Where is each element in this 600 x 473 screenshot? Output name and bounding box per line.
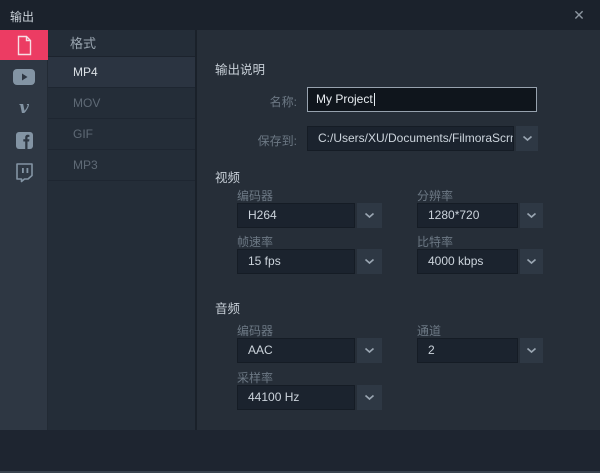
save-path-dropdown-button[interactable] <box>516 126 538 151</box>
sidebar-item-export-file[interactable] <box>0 30 48 60</box>
chevron-down-icon <box>364 212 375 219</box>
youtube-icon <box>13 69 35 85</box>
format-item-gif[interactable]: GIF <box>48 119 195 150</box>
video-bitrate-label: 比特率 <box>417 233 453 250</box>
chevron-down-icon <box>526 347 537 354</box>
sidebar-item-vimeo[interactable]: v <box>0 93 48 123</box>
chevron-down-icon <box>364 258 375 265</box>
dialog-title: 输出 <box>10 8 34 25</box>
audio-samplerate-label: 采样率 <box>237 369 273 386</box>
video-encoder-dropdown-button[interactable] <box>357 203 382 228</box>
audio-encoder-select[interactable]: AAC <box>237 338 355 363</box>
audio-samplerate-select[interactable]: 44100 Hz <box>237 385 355 410</box>
chevron-down-icon <box>526 212 537 219</box>
video-bitrate-select[interactable]: 4000 kbps <box>417 249 518 274</box>
facebook-icon <box>16 132 33 149</box>
video-resolution-dropdown-button[interactable] <box>520 203 543 228</box>
text-caret <box>374 93 375 106</box>
video-section-title: 视频 <box>215 167 240 186</box>
video-resolution-label: 分辨率 <box>417 187 453 204</box>
sidebar-item-youtube[interactable] <box>0 62 48 92</box>
sidebar-item-twitch[interactable] <box>0 158 48 188</box>
audio-channel-dropdown-button[interactable] <box>520 338 543 363</box>
format-item-mp3[interactable]: MP3 <box>48 150 195 181</box>
twitch-icon <box>15 163 34 183</box>
audio-samplerate-dropdown-button[interactable] <box>357 385 382 410</box>
output-section-title: 输出说明 <box>215 59 265 78</box>
vimeo-icon: v <box>19 100 29 117</box>
audio-channel-label: 通道 <box>417 322 441 339</box>
format-header: 格式 <box>48 30 195 57</box>
video-encoder-select[interactable]: H264 <box>237 203 355 228</box>
save-to-label: 保存到: <box>197 132 297 149</box>
video-framerate-label: 帧速率 <box>237 233 273 250</box>
chevron-down-icon <box>526 258 537 265</box>
audio-section-title: 音频 <box>215 298 240 317</box>
export-dialog: 输出 ✕ v <box>0 0 600 473</box>
title-bar: 输出 ✕ <box>0 0 600 30</box>
video-framerate-select[interactable]: 15 fps <box>237 249 355 274</box>
chevron-down-icon <box>364 347 375 354</box>
destination-sidebar: v <box>0 30 48 430</box>
chevron-down-icon <box>522 135 533 142</box>
name-label: 名称: <box>197 93 297 110</box>
name-input-value: My Project <box>316 92 373 106</box>
video-framerate-dropdown-button[interactable] <box>357 249 382 274</box>
dialog-footer <box>0 430 600 471</box>
format-item-mov[interactable]: MOV <box>48 88 195 119</box>
save-path-select[interactable]: C:/Users/XU/Documents/FilmoraScrn <box>307 126 514 151</box>
close-icon[interactable]: ✕ <box>568 5 590 25</box>
format-item-mp4[interactable]: MP4 <box>48 57 195 88</box>
name-input[interactable]: My Project <box>307 87 537 112</box>
file-icon <box>16 35 33 56</box>
format-panel: 格式 MP4 MOV GIF MP3 <box>48 30 197 430</box>
video-bitrate-dropdown-button[interactable] <box>520 249 543 274</box>
audio-channel-select[interactable]: 2 <box>417 338 518 363</box>
video-resolution-select[interactable]: 1280*720 <box>417 203 518 228</box>
audio-encoder-label: 编码器 <box>237 322 273 339</box>
sidebar-item-facebook[interactable] <box>0 125 48 155</box>
chevron-down-icon <box>364 394 375 401</box>
video-encoder-label: 编码器 <box>237 187 273 204</box>
audio-encoder-dropdown-button[interactable] <box>357 338 382 363</box>
